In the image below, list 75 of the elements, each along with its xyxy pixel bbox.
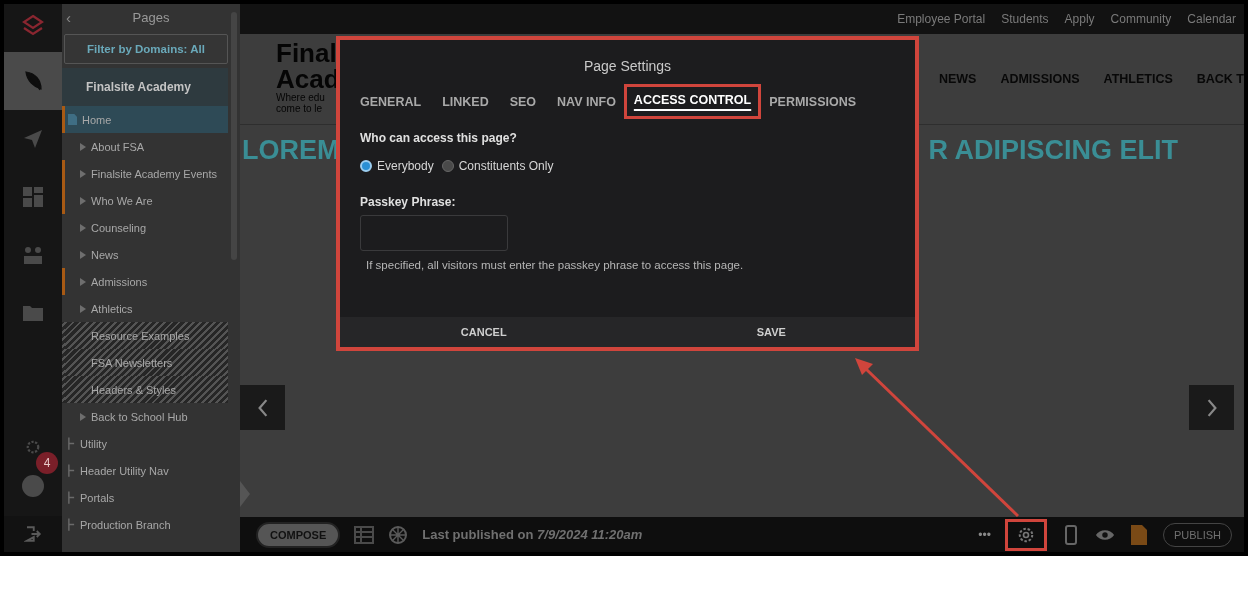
branch-icon [68,464,75,477]
expand-icon[interactable] [80,277,86,286]
passkey-help-text: If specified, all visitors must enter the passkey phrase to access this page. [366,259,745,271]
radio-button[interactable] [441,160,454,172]
page-tree-item[interactable]: Resource Examples [62,322,228,349]
hero-heading: R ADIPISCING ELIT [928,134,1178,166]
settings-tab[interactable]: GENERAL [357,87,425,116]
chevron-left-icon [256,398,269,417]
panel-title: Pages [131,9,171,25]
next-slide-button[interactable] [1189,385,1234,430]
expand-icon[interactable] [80,142,86,151]
more-button[interactable]: ••• [978,527,991,542]
utility-link[interactable]: Students [1001,12,1049,26]
back-button[interactable]: ‹ [66,8,82,26]
page-tree-item[interactable]: Athletics [62,295,228,322]
branch-icon [68,518,75,531]
question-label: Who can access this page? [360,131,518,145]
file-icon[interactable] [1128,524,1149,545]
utility-link[interactable]: Employee Portal [897,12,986,26]
site-logo-text: Final [276,40,337,66]
page-settings-button[interactable] [1004,518,1047,551]
document-icon [68,114,77,125]
expand-icon[interactable] [80,196,86,205]
radio-label: Everybody [377,159,434,173]
settings-tab[interactable]: SEO [506,87,540,116]
save-button[interactable]: SAVE [627,317,915,347]
hero-heading: LOREM [242,134,340,166]
page-tree-item[interactable]: News [62,241,228,268]
wheel-icon[interactable] [388,524,409,545]
expand-icon[interactable] [80,223,86,232]
expand-icon[interactable] [80,304,86,313]
page-tree-item[interactable]: Back to School Hub [62,403,228,430]
expand-icon[interactable] [80,169,86,178]
cancel-button[interactable]: CANCEL [340,317,628,347]
utility-link[interactable]: Apply [1064,12,1095,26]
radio-label: Constituents Only [458,159,554,173]
passkey-input[interactable] [360,215,508,251]
page-tree-item[interactable]: Utility [62,430,228,457]
page-tree-item[interactable]: FSA Newsletters [62,349,228,376]
utility-link[interactable]: Community [1110,12,1172,26]
previous-slide-button[interactable] [240,385,285,430]
settings-tab[interactable]: NAV INFO [554,87,619,116]
dialog-title: Page Settings [582,58,673,74]
root-page[interactable]: Finalsite Academy [62,68,228,106]
expand-icon[interactable] [80,412,86,421]
radio-button[interactable] [360,160,372,172]
utility-link[interactable]: Calendar [1187,12,1236,26]
page-tree-item[interactable]: Portals [62,484,228,511]
logo-icon [21,14,45,38]
settings-tab[interactable]: PERMISSIONS [766,87,860,116]
page-tree-item[interactable]: Counseling [62,214,228,241]
dashboard-icon [21,185,45,209]
page-tree-item[interactable]: About FSA [62,133,228,160]
branch-icon [68,437,75,450]
filter-button[interactable]: Filter by Domains: All [64,34,228,64]
settings-tab[interactable]: LINKED [439,87,492,116]
last-published-text: Last published on 7/9/2024 11:20am [422,527,643,542]
page-tree-item[interactable]: Headers & Styles [62,376,228,403]
expand-icon[interactable] [80,250,86,259]
settings-icon[interactable] [24,438,42,456]
page-tree-item[interactable]: Who We Are [62,187,228,214]
help-icon[interactable] [21,474,45,498]
branch-icon [68,491,75,504]
page-tree-item[interactable]: Production Branch [62,511,228,538]
page-tree-item[interactable]: Admissions [62,268,228,295]
logout-icon[interactable] [24,525,42,543]
page-tree-item[interactable]: Header Utility Nav [62,457,228,484]
notification-badge: 4 [36,452,58,474]
page-tree-item[interactable]: Finalsite Academy Events [62,160,228,187]
page-tree-item[interactable]: Home [62,106,228,133]
passkey-label: Passkey Phrase: [360,195,457,209]
chevron-right-icon [1205,398,1218,417]
layout-icon[interactable] [354,524,375,545]
settings-tab[interactable]: ACCESS CONTROL [623,84,762,119]
nav-button[interactable] [4,52,62,110]
